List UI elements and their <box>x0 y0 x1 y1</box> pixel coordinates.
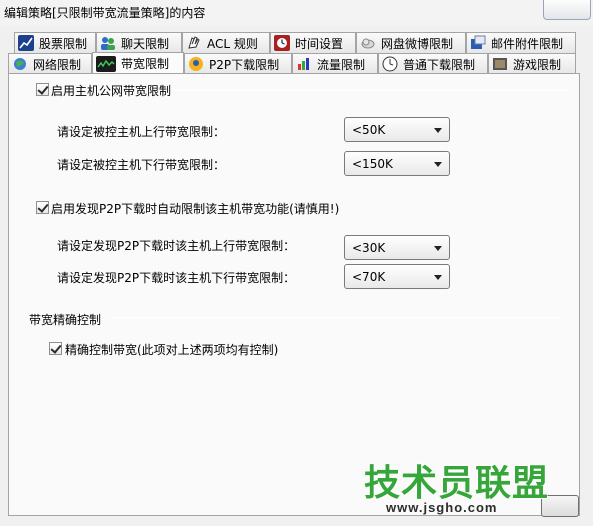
host-bandwidth-checkbox[interactable] <box>36 83 49 96</box>
host-download-label: 请设定被控主机下行带宽限制： <box>57 158 226 172</box>
host-download-select[interactable]: <150K <box>344 151 450 176</box>
tab-label: 游戏限制 <box>513 57 562 72</box>
tab-label: 聊天限制 <box>121 36 170 51</box>
window-title: 编辑策略[只限制带宽流量策略]的内容 <box>4 6 206 20</box>
tab-bandwidth-limit[interactable]: 带宽限制 <box>92 52 184 74</box>
p2p-auto-limit-checkbox[interactable] <box>36 201 49 214</box>
p2p-download-select[interactable]: <70K <box>344 264 450 289</box>
tab-mail-attachment-limit[interactable]: 邮件附件限制 <box>466 32 576 53</box>
tab-time-settings[interactable]: 时间设置 <box>270 32 356 53</box>
tab-label: 网络限制 <box>33 57 82 72</box>
acl-hand-icon <box>186 35 202 51</box>
p2p-download-value: <70K <box>352 269 386 284</box>
tab-chat-limit[interactable]: 聊天限制 <box>96 32 182 53</box>
p2p-download-label: 请设定发现P2P下载时该主机下行带宽限制： <box>57 271 296 285</box>
stock-chart-icon <box>18 35 34 51</box>
host-upload-label: 请设定被控主机上行带宽限制： <box>57 125 226 139</box>
precision-group-divider <box>112 317 560 318</box>
tab-label: 带宽限制 <box>121 57 170 71</box>
chevron-down-icon <box>434 162 442 167</box>
tab-label: 网盘微博限制 <box>381 36 454 51</box>
chevron-down-icon <box>434 128 442 133</box>
p2p-upload-value: <30K <box>352 240 386 255</box>
tab-label: 流量限制 <box>317 57 366 72</box>
chat-users-icon <box>100 35 116 51</box>
watermark-logo-text: 技术员联盟 <box>364 463 550 504</box>
game-icon <box>492 56 508 72</box>
host-upload-value: <50K <box>352 122 386 137</box>
title-bar[interactable]: 编辑策略[只限制带宽流量策略]的内容 <box>0 0 593 26</box>
tab-netdisk-weibo-limit[interactable]: 网盘微博限制 <box>356 32 466 53</box>
cloud-disk-icon <box>360 35 376 51</box>
bandwidth-tab-panel: 启用主机公网带宽限制 请设定被控主机上行带宽限制： <50K 请设定被控主机下行… <box>8 73 580 516</box>
tab-label: 股票限制 <box>39 36 88 51</box>
p2p-upload-label: 请设定发现P2P下载时该主机上行带宽限制： <box>57 239 296 253</box>
tab-label: 邮件附件限制 <box>491 36 564 51</box>
tab-label: P2P下载限制 <box>209 57 280 72</box>
clock-icon <box>274 35 290 51</box>
close-button[interactable] <box>543 0 591 20</box>
tab-traffic-limit[interactable]: 流量限制 <box>292 53 378 74</box>
precision-group-title: 带宽精确控制 <box>29 313 102 327</box>
tab-label: ACL 规则 <box>207 36 258 51</box>
dialog-window: 编辑策略[只限制带宽流量策略]的内容 股票限制 聊天限制 ACL 规则 时间设置… <box>0 0 593 526</box>
tab-label: 时间设置 <box>295 36 344 51</box>
host-bandwidth-checkbox-label: 启用主机公网带宽限制 <box>51 84 172 98</box>
tab-game-limit[interactable]: 游戏限制 <box>488 53 576 74</box>
tab-stock-limit[interactable]: 股票限制 <box>14 32 96 53</box>
precision-control-checkbox-label: 精确控制带宽(此项对上述两项均有控制) <box>65 343 279 357</box>
host-download-value: <150K <box>352 156 393 171</box>
tab-acl-rules[interactable]: ACL 规则 <box>182 32 270 53</box>
mail-attachment-icon <box>470 35 486 51</box>
host-section-divider <box>172 90 568 91</box>
download-clock-icon <box>382 56 398 72</box>
tab-network-limit[interactable]: 网络限制 <box>8 53 92 74</box>
p2p-download-icon <box>188 56 204 72</box>
watermark-url: www.jsgho.com <box>386 500 498 515</box>
chevron-down-icon <box>434 275 442 280</box>
host-upload-select[interactable]: <50K <box>344 117 450 142</box>
tab-label: 普通下载限制 <box>403 57 476 72</box>
tab-p2p-download-limit[interactable]: P2P下载限制 <box>184 53 292 74</box>
p2p-upload-select[interactable]: <30K <box>344 235 450 260</box>
network-globe-icon <box>12 56 28 72</box>
bandwidth-monitor-icon <box>96 55 116 72</box>
traffic-chart-icon <box>296 56 312 72</box>
chevron-down-icon <box>434 246 442 251</box>
site-watermark: 技术员联盟 www.jsgho.com <box>364 454 564 516</box>
p2p-auto-limit-checkbox-label: 启用发现P2P下载时自动限制该主机带宽功能(请慎用!) <box>51 202 340 216</box>
precision-control-checkbox[interactable] <box>49 342 62 355</box>
tab-normal-download-limit[interactable]: 普通下载限制 <box>378 53 488 74</box>
